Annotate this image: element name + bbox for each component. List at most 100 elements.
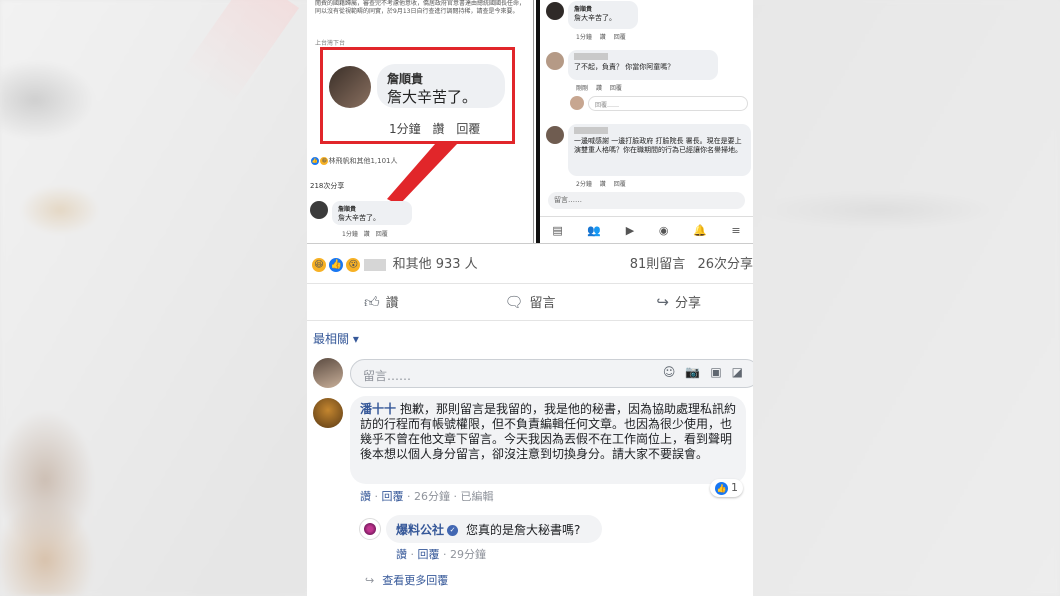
comment-bubble: 詹順貴 詹大辛苦了。 <box>332 201 412 225</box>
comment-time: 2分鐘 <box>576 181 592 188</box>
reactions-text: 和其他 933 人 <box>392 257 478 272</box>
commenter-name[interactable]: 潘十十 <box>360 402 396 416</box>
comment-bubble: 一邊喊感謝 一邊打臉政府 打臉院長 署長。現在是要上演雙重人格嗎？你在職期間的行… <box>568 124 751 176</box>
thumbs-up-icon: 👍︎ <box>363 293 380 311</box>
like-link: 讚 <box>599 181 606 188</box>
comment-time: 1分鐘 <box>576 34 592 41</box>
like-link: 讚 <box>595 85 602 92</box>
comment-time[interactable]: 26分鐘 <box>414 490 450 503</box>
watch-icon: ▶ <box>625 223 635 237</box>
like-link[interactable]: 讚 <box>360 490 371 503</box>
like-button[interactable]: 👍︎ 讚 <box>307 284 456 320</box>
comment-time: 剛剛 <box>576 85 589 92</box>
wow-emoji-icon: 😮 <box>345 256 362 273</box>
screenshot-right-panel: 詹順貴 詹大辛苦了。 1分鐘 讚 回覆 了不起，負責？ 你當你阿童嗎？ 剛剛 讚 <box>540 0 753 243</box>
commenter-name: 詹順貴 <box>338 206 357 213</box>
notifications-icon: 🔔 <box>693 223 707 237</box>
comment-sort-dropdown[interactable]: 最相關 ▾ <box>313 330 359 347</box>
reply-actions: 讚 · 回覆 · 29分鐘 <box>396 548 486 561</box>
post-action-bar: 👍︎ 讚 🗨 留言 ↪ 分享 <box>307 283 753 321</box>
avatar <box>570 96 584 110</box>
comment-label: 留言 <box>529 296 556 311</box>
avatar <box>546 2 564 20</box>
reply-link: 回覆 <box>613 34 626 41</box>
comment-text: 抱歉，那則留言是我留的，我是他的秘書，因為協助處理私訊約訪的行程而有帳號權限，但… <box>360 402 737 461</box>
comment-text: 詹大辛苦了。 <box>338 214 380 222</box>
menu-icon: ≡ <box>731 223 741 237</box>
verified-check-icon: ✓ <box>447 525 459 536</box>
share-count: 218次分享 <box>310 182 345 190</box>
reply-body: 爆料公社 ✓ 您真的是詹大秘書嗎? <box>396 521 580 538</box>
comment-actions: 剛剛 讚 回覆 <box>576 83 622 92</box>
camera-icon[interactable]: 📷 <box>685 365 710 379</box>
share-button[interactable]: ↪ 分享 <box>604 284 753 320</box>
emoji-icon[interactable]: ☺ <box>663 365 686 379</box>
avatar <box>546 52 564 70</box>
reply-text: 您真的是詹大秘書嗎? <box>466 523 581 537</box>
profile-icon: ◉ <box>658 223 669 237</box>
reply-link[interactable]: 回覆 <box>418 548 440 561</box>
reply-time[interactable]: 29分鐘 <box>450 548 486 561</box>
replier-name[interactable]: 爆料公社 <box>396 523 444 537</box>
comment-bubble: 詹順貴 詹大辛苦了。 <box>568 1 638 29</box>
comment-bubble: 了不起，負責？ 你當你阿童嗎？ <box>568 50 718 80</box>
share-arrow-icon: ↪ <box>656 293 669 311</box>
reply-link[interactable]: 回覆 <box>382 490 404 503</box>
blurred-name <box>364 258 387 271</box>
avatar <box>313 358 343 388</box>
like-link: 讚 <box>363 231 370 238</box>
reactions-summary: 👍 😆 林飛帆和其他1,101人 <box>310 156 398 166</box>
friends-icon: 👥 <box>587 223 602 237</box>
composer-icons: ☺📷▣◪ <box>663 365 753 379</box>
reply-bubble: 爆料公社 ✓ 您真的是詹大秘書嗎? <box>386 515 602 543</box>
like-emoji-icon: 👍 <box>328 256 345 273</box>
blurred-name <box>574 127 608 134</box>
comment-input: 留言…… <box>548 192 745 209</box>
comment-input[interactable]: 留言…… ☺📷▣◪ <box>350 359 753 388</box>
comment-actions: 2分鐘 讚 回覆 <box>576 179 626 188</box>
avatar[interactable] <box>313 398 343 428</box>
comment-time: 1分鐘 <box>342 231 358 238</box>
news-feed-icon: ▤ <box>552 223 563 237</box>
reply-link: 回覆 <box>613 181 626 188</box>
comment-actions: 1分鐘 讚 回覆 <box>576 32 626 41</box>
comment-actions: 1分鐘 讚 回覆 <box>342 229 388 238</box>
comment-text: 詹大辛苦了。 <box>574 14 616 22</box>
comment-text: 了不起，負責？ 你當你阿童嗎？ <box>574 63 675 71</box>
like-count: 1 <box>731 481 738 494</box>
blurred-name <box>574 53 608 60</box>
comment-placeholder: 留言…… <box>363 369 412 383</box>
thumbs-up-icon: 👍 <box>715 481 728 495</box>
reply-link: 回覆 <box>375 231 388 238</box>
comment-actions: 讚 · 回覆 · 26分鐘 · 已編輯 <box>360 490 494 503</box>
comment-button[interactable]: 🗨 留言 <box>456 284 605 320</box>
share-label: 分享 <box>674 296 701 311</box>
facebook-post: 閱費的國籍歸屬，審查完不考慮他意收，僑居政府官意書達由總統國國長任命，同以沒有從… <box>307 0 753 596</box>
commenter-name: 詹順貴 <box>574 6 593 13</box>
comment-body: 潘十十 抱歉，那則留言是我留的，我是他的秘書，因為協助處理私訊約訪的行程而有帳號權… <box>360 402 740 462</box>
reply-input: 回覆…… <box>588 96 748 111</box>
like-link[interactable]: 讚 <box>396 548 407 561</box>
like-link: 讚 <box>599 34 606 41</box>
comment-like-badge[interactable]: 👍 1 <box>710 479 743 497</box>
screenshot-left-panel: 閱費的國籍歸屬，審查完不考慮他意收，僑居政府官意書達由總統國國長任命，同以沒有從… <box>307 0 534 243</box>
reply-link: 回覆 <box>609 85 622 92</box>
reactions-summary[interactable]: 😆 👍 😮 和其他 933 人 <box>311 253 478 273</box>
gif-icon[interactable]: ▣ <box>710 365 731 379</box>
comment-count[interactable]: 81則留言 <box>630 257 686 272</box>
speech-bubble-icon: 🗨 <box>504 293 524 311</box>
comment-text: 一邊喊感謝 一邊打臉政府 打臉院長 署長。現在是要上演雙重人格嗎？你在職期間的行… <box>574 137 742 154</box>
mobile-nav-bar: ▤ 👥 ▶ ◉ 🔔 ≡ <box>540 216 753 243</box>
avatar[interactable] <box>359 518 381 540</box>
share-count[interactable]: 26次分享 <box>697 257 753 272</box>
embedded-screenshot: 閱費的國籍歸屬，審查完不考慮他意收，僑居政府官意書達由總統國國長任命，同以沒有從… <box>307 0 753 244</box>
sticker-icon[interactable]: ◪ <box>732 365 753 379</box>
comment-composer: 留言…… ☺📷▣◪ <box>313 358 753 390</box>
reactions-text: 林飛帆和其他1,101人 <box>328 157 398 165</box>
edited-label[interactable]: 已編輯 <box>461 490 494 503</box>
comment-bubble: 潘十十 抱歉，那則留言是我留的，我是他的秘書，因為協助處理私訊約訪的行程而有帳號權… <box>350 396 746 484</box>
view-more-replies[interactable]: ↪ 查看更多回覆 <box>365 572 448 588</box>
avatar <box>310 201 328 219</box>
stats-counts: 81則留言 26次分享 <box>630 253 753 272</box>
view-more-label: 查看更多回覆 <box>382 574 449 587</box>
